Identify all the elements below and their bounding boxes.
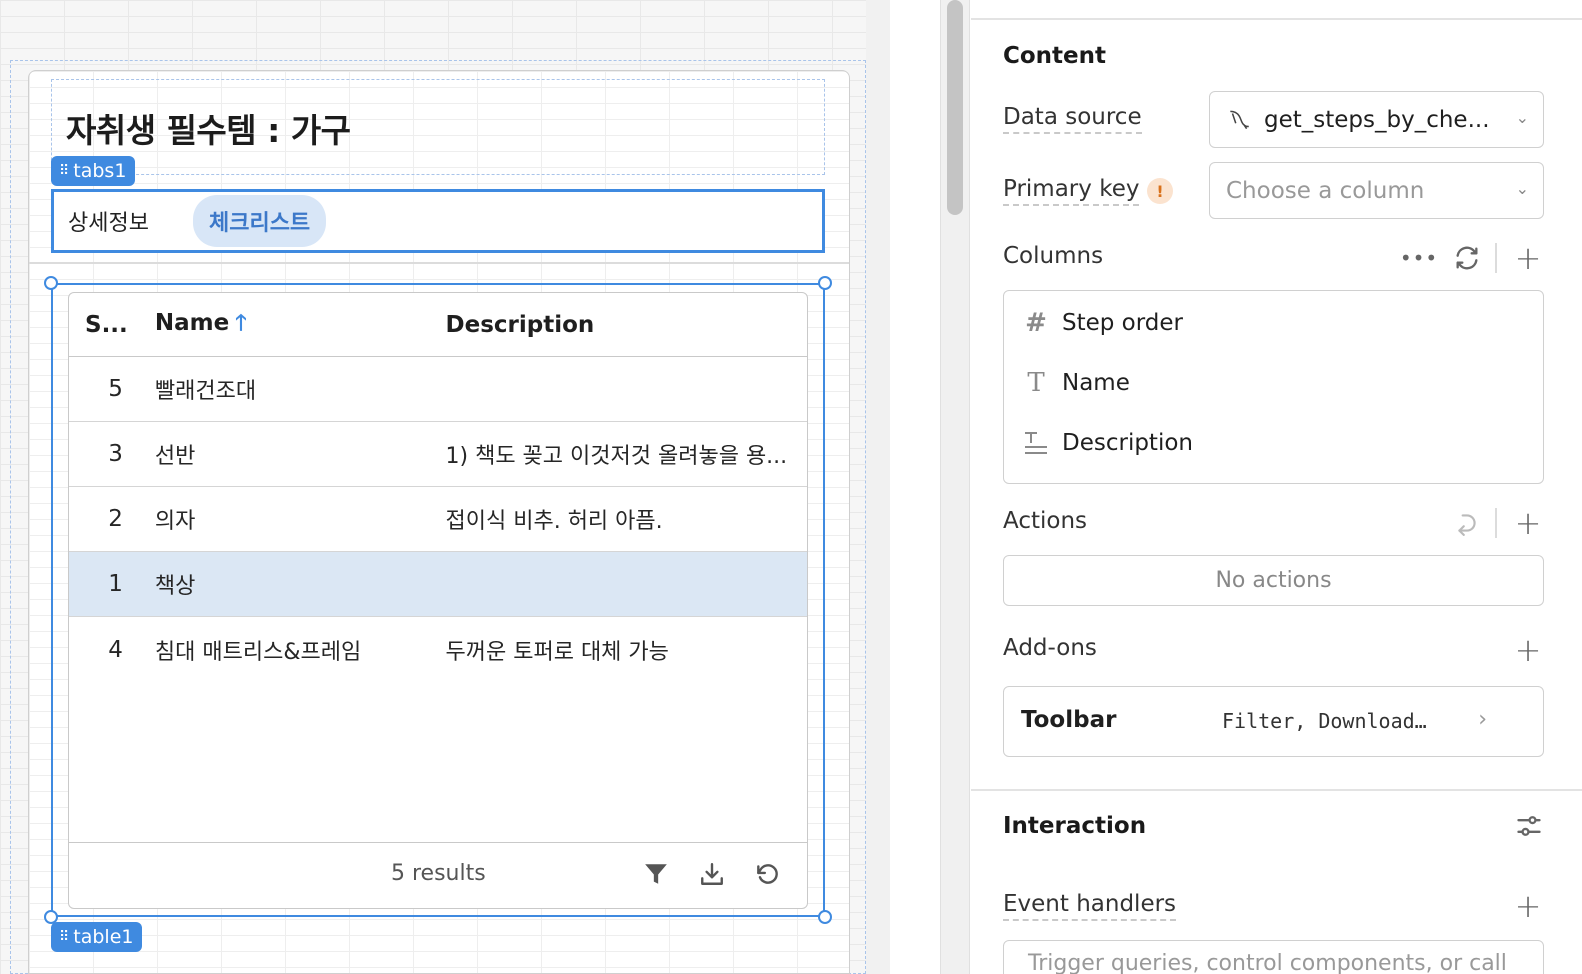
tabs1-tag-label: tabs1 bbox=[73, 160, 127, 182]
columns-list: # Step order T Name Description bbox=[1003, 290, 1544, 484]
toolbar-addon[interactable]: Toolbar Filter, Download… › bbox=[1003, 686, 1544, 757]
settings-sliders-icon[interactable] bbox=[1513, 810, 1545, 842]
cell-description: 두꺼운 토퍼로 대체 가능 bbox=[445, 639, 669, 665]
primary-key-placeholder: Choose a column bbox=[1226, 177, 1425, 204]
inspector-panel: Content Data source get_steps_by_che... … bbox=[971, 0, 1582, 974]
sync-icon[interactable] bbox=[1451, 242, 1483, 274]
cell-name: 책상 bbox=[154, 574, 196, 599]
multiline-text-icon bbox=[1022, 429, 1050, 457]
add-column-icon[interactable]: + bbox=[1513, 239, 1543, 277]
results-count: 5 results bbox=[391, 861, 486, 886]
columns-label: Columns bbox=[1003, 243, 1104, 269]
table-row[interactable]: 2 의자 접이식 비추. 허리 아픔. bbox=[69, 487, 807, 552]
divider bbox=[29, 262, 849, 264]
table1-component-tag[interactable]: ⠿ table1 bbox=[51, 922, 143, 952]
no-actions-text: No actions bbox=[1215, 568, 1332, 593]
text-icon: T bbox=[1027, 368, 1045, 398]
chevron-down-icon: ⌄ bbox=[1515, 108, 1529, 127]
cell-step: 3 bbox=[108, 441, 123, 467]
column-item-step-order[interactable]: # Step order bbox=[1022, 308, 1184, 338]
primary-key-select[interactable]: Choose a column ⌄ bbox=[1209, 162, 1544, 219]
tabs-component[interactable]: 상세정보 체크리스트 bbox=[51, 189, 825, 253]
drag-handle-icon[interactable]: ⠿ bbox=[59, 164, 69, 178]
column-item-name[interactable]: T Name bbox=[1022, 368, 1130, 398]
database-icon bbox=[1226, 107, 1252, 133]
addons-label: Add-ons bbox=[1003, 635, 1097, 661]
table-footer: 5 results bbox=[69, 842, 807, 908]
toolbar-value: Filter, Download… bbox=[1222, 709, 1427, 733]
cell-step: 1 bbox=[108, 571, 123, 597]
canvas-gutter bbox=[866, 0, 890, 974]
event-handlers-label[interactable]: Event handlers bbox=[1003, 891, 1177, 921]
table-header: S... Name 🡑 Description bbox=[69, 293, 807, 357]
tab-details[interactable]: 상세정보 bbox=[68, 205, 149, 237]
arrow-up-icon[interactable]: 🡑 bbox=[235, 311, 246, 336]
event-handlers-hint: Trigger queries, control components, or … bbox=[1028, 951, 1507, 974]
resize-handle-top-right[interactable] bbox=[818, 276, 832, 290]
cell-name: 빨래건조대 bbox=[154, 379, 257, 404]
table-row[interactable]: 3 선반 1) 책도 꽂고 이것저것 올려놓을 용... bbox=[69, 422, 807, 487]
column-item-description[interactable]: Description bbox=[1022, 429, 1193, 457]
event-handlers-empty[interactable]: Trigger queries, control components, or … bbox=[1003, 940, 1544, 974]
resize-handle-bottom-right[interactable] bbox=[818, 910, 832, 924]
add-addon-icon[interactable]: + bbox=[1513, 631, 1543, 669]
cell-description: 접이식 비추. 허리 아픔. bbox=[445, 509, 663, 534]
data-source-select[interactable]: get_steps_by_che... ⌄ bbox=[1209, 91, 1544, 148]
section-title-interaction: Interaction bbox=[1003, 813, 1147, 839]
divider bbox=[971, 789, 1582, 791]
filter-icon[interactable] bbox=[641, 859, 671, 889]
column-item-label: Description bbox=[1062, 430, 1193, 456]
no-actions-box: No actions bbox=[1003, 555, 1544, 606]
add-event-handler-icon[interactable]: + bbox=[1513, 887, 1543, 925]
warning-icon[interactable]: ! bbox=[1147, 178, 1173, 204]
section-title-content: Content bbox=[1003, 43, 1107, 69]
cell-step: 2 bbox=[108, 506, 123, 532]
data-source-value: get_steps_by_che... bbox=[1264, 106, 1490, 133]
cell-step: 4 bbox=[108, 636, 123, 663]
more-options-icon[interactable]: ••• bbox=[1400, 244, 1437, 272]
table-row[interactable]: 4 침대 매트리스&프레임 두꺼운 토퍼로 대체 가능 bbox=[69, 617, 807, 682]
cell-name: 선반 bbox=[154, 444, 196, 469]
resize-handle-top-left[interactable] bbox=[44, 276, 58, 290]
cell-name: 침대 매트리스&프레임 bbox=[154, 639, 362, 665]
tabs1-component-tag[interactable]: ⠿ tabs1 bbox=[51, 156, 136, 186]
refresh-icon[interactable] bbox=[752, 859, 782, 889]
chevron-down-icon: ⌄ bbox=[1515, 179, 1529, 198]
cell-description: 1) 책도 꽂고 이것저것 올려놓을 용... bbox=[445, 444, 788, 469]
column-header-name[interactable]: Name 🡑 bbox=[155, 306, 446, 344]
drag-handle-icon[interactable]: ⠿ bbox=[59, 930, 69, 944]
data-table[interactable]: S... Name 🡑 Description 5 빨래건조대 3 선반 1) 책… bbox=[68, 292, 808, 909]
divider bbox=[1495, 508, 1497, 538]
add-action-icon[interactable]: + bbox=[1513, 504, 1543, 542]
divider bbox=[1495, 243, 1497, 273]
column-header-description[interactable]: Description bbox=[446, 312, 808, 338]
number-icon: # bbox=[1025, 308, 1047, 338]
cell-name: 의자 bbox=[154, 509, 196, 534]
page-title[interactable]: 자취생 필수템 : 가구 bbox=[66, 104, 351, 152]
actions-label: Actions bbox=[1003, 508, 1088, 534]
column-header-name-label: Name bbox=[154, 309, 230, 336]
table1-tag-label: table1 bbox=[73, 926, 134, 948]
chevron-right-icon: › bbox=[1478, 707, 1487, 732]
scrollbar-thumb[interactable] bbox=[947, 0, 963, 215]
table-row-selected[interactable]: 1 책상 bbox=[69, 552, 807, 617]
toolbar-label: Toolbar bbox=[1021, 707, 1117, 733]
column-item-label: Step order bbox=[1062, 310, 1184, 336]
divider bbox=[971, 18, 1582, 20]
undo-action-icon[interactable] bbox=[1451, 507, 1483, 539]
column-item-label: Name bbox=[1062, 370, 1130, 396]
tab-checklist[interactable]: 체크리스트 bbox=[192, 195, 327, 247]
download-icon[interactable] bbox=[697, 859, 727, 889]
column-header-step-label: S... bbox=[85, 311, 128, 338]
cell-step: 5 bbox=[108, 376, 123, 402]
data-source-label[interactable]: Data source bbox=[1003, 104, 1142, 134]
primary-key-label[interactable]: Primary key bbox=[1003, 176, 1140, 206]
column-header-description-label: Description bbox=[445, 311, 595, 338]
column-header-step[interactable]: S... bbox=[69, 312, 155, 338]
table-row[interactable]: 5 빨래건조대 bbox=[69, 357, 807, 422]
